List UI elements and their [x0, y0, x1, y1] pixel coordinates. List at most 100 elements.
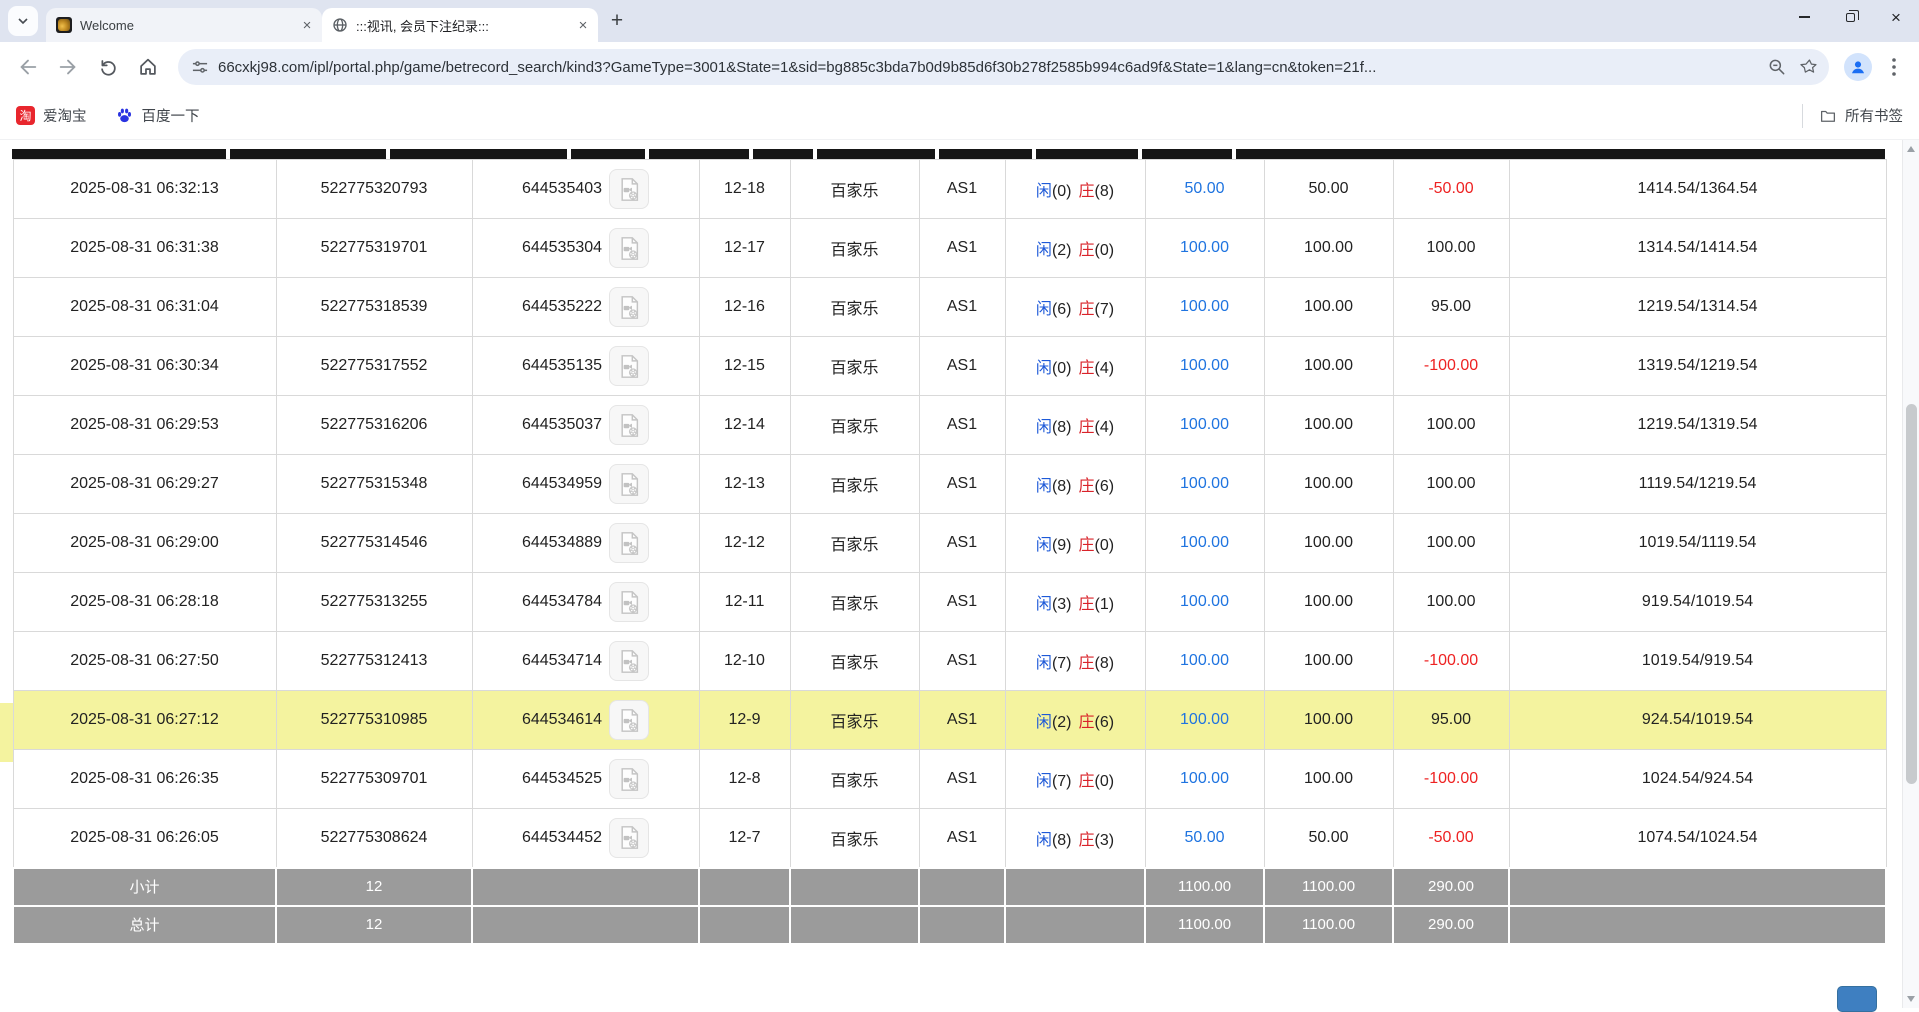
table-header-strip-segment [1236, 149, 1885, 159]
table-name: AS1 [919, 219, 1005, 278]
footer-row: 总计121100.001100.00290.00 [13, 906, 1886, 944]
bet-result: 闲(2)庄(0) [1005, 219, 1145, 278]
tab-close-icon[interactable]: × [298, 16, 316, 34]
tab-bet-record[interactable]: :::视讯, 会员下注纪录::: × [322, 8, 598, 42]
home-button[interactable] [130, 49, 166, 85]
forward-button[interactable] [50, 49, 86, 85]
bet-amount: 100.00 [1145, 396, 1264, 455]
bet-amount: 100.00 [1145, 750, 1264, 809]
scroll-down-arrow-icon[interactable] [1907, 996, 1915, 1002]
game-number-cell: 644535403 [472, 160, 699, 219]
video-replay-button[interactable] [609, 700, 649, 740]
valid-amount: 100.00 [1264, 691, 1393, 750]
banker-points: (0) [1095, 242, 1115, 259]
banker-points: (1) [1095, 596, 1115, 613]
menu-button[interactable] [1879, 49, 1909, 85]
round-number: 12-9 [699, 691, 790, 750]
video-replay-button[interactable] [609, 759, 649, 799]
video-replay-button[interactable] [609, 523, 649, 563]
bet-time: 2025-08-31 06:31:38 [13, 219, 276, 278]
game-number-cell: 644535135 [472, 337, 699, 396]
bet-row[interactable]: 2025-08-31 06:27:50522775312413644534714… [13, 632, 1886, 691]
minimize-button[interactable] [1781, 0, 1827, 34]
video-replay-button[interactable] [609, 228, 649, 268]
reload-button[interactable] [90, 49, 126, 85]
win-loss: -50.00 [1393, 809, 1509, 868]
tab-search-button[interactable] [8, 6, 38, 36]
bet-row[interactable]: 2025-08-31 06:31:38522775319701644535304… [13, 219, 1886, 278]
zoom-button[interactable] [1761, 51, 1793, 83]
footer-valid-total: 1100.00 [1264, 906, 1393, 944]
valid-amount: 100.00 [1264, 219, 1393, 278]
game-name: 百家乐 [790, 750, 919, 809]
bet-row[interactable]: 2025-08-31 06:26:05522775308624644534452… [13, 809, 1886, 868]
player-result: 闲 [1036, 832, 1052, 849]
valid-amount: 100.00 [1264, 337, 1393, 396]
bookmark-baidu[interactable]: 百度一下 [115, 105, 200, 126]
back-button[interactable] [10, 49, 46, 85]
bet-row[interactable]: 2025-08-31 06:29:27522775315348644534959… [13, 455, 1886, 514]
bet-time: 2025-08-31 06:28:18 [13, 573, 276, 632]
balance: 924.54/1019.54 [1509, 691, 1886, 750]
video-replay-button[interactable] [609, 641, 649, 681]
scrollbar-thumb[interactable] [1906, 404, 1917, 784]
bet-row[interactable]: 2025-08-31 06:28:18522775313255644534784… [13, 573, 1886, 632]
game-number-wrap: 644535222 [476, 287, 696, 327]
banker-result: 庄 [1079, 360, 1095, 377]
game-number-wrap: 644534784 [476, 582, 696, 622]
bet-row[interactable]: 2025-08-31 06:29:53522775316206644535037… [13, 396, 1886, 455]
game-number: 644535135 [522, 357, 602, 375]
tab-welcome[interactable]: Welcome × [46, 8, 322, 42]
banker-result: 庄 [1079, 596, 1095, 613]
footer-winloss-total: 290.00 [1393, 906, 1509, 944]
table-name: AS1 [919, 691, 1005, 750]
video-replay-button[interactable] [609, 287, 649, 327]
banker-result: 庄 [1079, 183, 1095, 200]
round-number: 12-13 [699, 455, 790, 514]
bet-row[interactable]: 2025-08-31 06:27:12522775310985644534614… [13, 691, 1886, 750]
bet-record-table: 2025-08-31 06:32:13522775320793644535403… [12, 159, 1887, 945]
table-name: AS1 [919, 337, 1005, 396]
player-points: (8) [1052, 478, 1072, 495]
bet-amount: 50.00 [1145, 809, 1264, 868]
game-name: 百家乐 [790, 337, 919, 396]
banker-result: 庄 [1079, 714, 1095, 731]
bet-row[interactable]: 2025-08-31 06:29:00522775314546644534889… [13, 514, 1886, 573]
player-result: 闲 [1036, 478, 1052, 495]
video-replay-button[interactable] [609, 582, 649, 622]
tab-close-icon[interactable]: × [574, 16, 592, 34]
player-points: (0) [1052, 360, 1072, 377]
profile-button[interactable] [1841, 50, 1875, 84]
video-replay-button[interactable] [609, 169, 649, 209]
pagination-button[interactable] [1837, 986, 1877, 1012]
new-tab-button[interactable]: + [602, 6, 632, 36]
order-number: 522775310985 [276, 691, 472, 750]
video-replay-button[interactable] [609, 464, 649, 504]
bet-row[interactable]: 2025-08-31 06:26:35522775309701644534525… [13, 750, 1886, 809]
bet-row[interactable]: 2025-08-31 06:31:04522775318539644535222… [13, 278, 1886, 337]
bookmark-taobao[interactable]: 淘 爱淘宝 [16, 105, 87, 126]
scroll-up-arrow-icon[interactable] [1907, 146, 1915, 152]
bookmark-label: 百度一下 [142, 105, 200, 126]
all-bookmarks-button[interactable]: 所有书签 [1802, 104, 1903, 128]
bet-row[interactable]: 2025-08-31 06:32:13522775320793644535403… [13, 160, 1886, 219]
valid-amount: 50.00 [1264, 160, 1393, 219]
vertical-scrollbar[interactable] [1902, 140, 1919, 1008]
address-bar[interactable]: 66cxkj98.com/ipl/portal.php/game/betreco… [178, 49, 1829, 85]
maximize-button[interactable] [1827, 0, 1873, 34]
close-button[interactable]: × [1873, 0, 1919, 34]
video-replay-icon [616, 176, 643, 203]
banker-points: (6) [1095, 714, 1115, 731]
bookmark-star-button[interactable] [1793, 51, 1825, 83]
video-replay-button[interactable] [609, 818, 649, 858]
video-replay-button[interactable] [609, 405, 649, 445]
bet-row[interactable]: 2025-08-31 06:30:34522775317552644535135… [13, 337, 1886, 396]
game-number-cell: 644534525 [472, 750, 699, 809]
game-number: 644534959 [522, 475, 602, 493]
video-replay-button[interactable] [609, 346, 649, 386]
footer-label: 小计 [13, 868, 276, 906]
game-name: 百家乐 [790, 514, 919, 573]
tune-icon[interactable] [190, 57, 210, 77]
window-controls: × [1781, 0, 1919, 34]
bet-table-body: 2025-08-31 06:32:13522775320793644535403… [13, 160, 1886, 868]
